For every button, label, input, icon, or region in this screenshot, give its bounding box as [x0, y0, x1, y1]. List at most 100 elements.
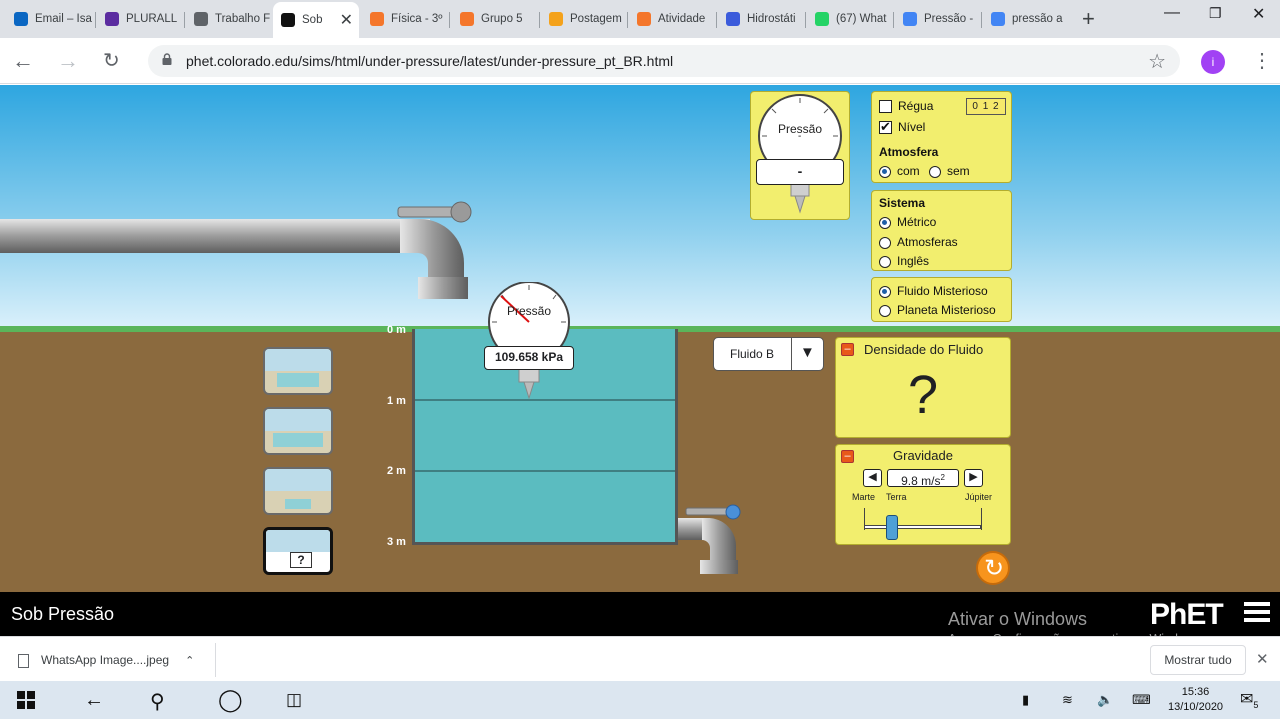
- new-tab-button[interactable]: +: [1082, 6, 1095, 32]
- tab-title: Pressão -: [924, 13, 974, 25]
- tab-separator: [627, 12, 628, 28]
- minimize-icon[interactable]: —: [1164, 4, 1180, 22]
- scene-button-trapezoid-pool[interactable]: [263, 407, 333, 455]
- system-metric-radio[interactable]: [879, 216, 891, 229]
- volume-icon[interactable]: 🔈: [1097, 692, 1113, 708]
- mystery-planet-radio[interactable]: [879, 304, 891, 317]
- scene-button-square-pool[interactable]: [263, 347, 333, 395]
- browser-tab[interactable]: Sob ✕: [273, 2, 359, 38]
- browser-tab[interactable]: Atividade: [629, 6, 715, 32]
- fluid-select-value: Fluido B: [730, 347, 775, 361]
- gravity-title: Gravidade: [893, 448, 953, 463]
- tank-pressure-gauge[interactable]: Pressão 109.658 kPa: [483, 282, 575, 402]
- tab-favicon-icon: [14, 12, 28, 26]
- browser-tab[interactable]: pressão a: [983, 6, 1069, 32]
- hamburger-menu-icon[interactable]: [1244, 602, 1270, 624]
- cortana-icon[interactable]: ◯: [218, 687, 243, 713]
- system-option-metric[interactable]: Métrico: [879, 215, 936, 229]
- atmosphere-on-radio[interactable]: [879, 165, 891, 178]
- reset-button[interactable]: ↻: [976, 551, 1010, 585]
- level-label: Nível: [898, 120, 926, 134]
- profile-avatar[interactable]: i: [1201, 50, 1225, 74]
- system-atmospheres-label: Atmosferas: [897, 235, 958, 249]
- atmosphere-off-option[interactable]: sem: [929, 164, 970, 178]
- browser-tab[interactable]: Email – Isa: [6, 6, 94, 32]
- scene-button-chamber-pool[interactable]: [263, 467, 333, 515]
- tab-title: pressão a: [1012, 13, 1063, 25]
- reload-icon[interactable]: ↻: [103, 48, 120, 73]
- simulation-area: 0 m 1 m 2 m 3 m Pressão 109.658 kPa Pres…: [0, 85, 1280, 592]
- browser-tab[interactable]: Física - 3º: [362, 6, 448, 32]
- gauge-toolbox-panel: Pressão - -: [750, 91, 850, 220]
- atmosphere-on-option[interactable]: com: [879, 164, 920, 178]
- ruler-icon[interactable]: 0 1 2: [966, 98, 1006, 115]
- windows-taskbar: ← ⚲ ◯ ◫ ▮ ≋ 🔈 ⌨ 15:36 13/10/2020 ✉5: [0, 681, 1280, 719]
- restore-icon[interactable]: ❐: [1209, 5, 1222, 22]
- browser-tab[interactable]: Grupo 5: [452, 6, 538, 32]
- system-english-radio[interactable]: [879, 255, 891, 268]
- tab-favicon-icon: [194, 12, 208, 26]
- tab-favicon-icon: [281, 13, 295, 27]
- back-arrow-icon[interactable]: ←: [84, 689, 104, 712]
- keyboard-icon[interactable]: ⌨: [1132, 692, 1151, 708]
- phet-logo[interactable]: PhET: [1150, 598, 1224, 632]
- download-item[interactable]: WhatsApp Image....jpeg ⌃: [18, 653, 194, 668]
- omnibox[interactable]: phet.colorado.edu/sims/html/under-pressu…: [148, 45, 1180, 77]
- close-window-icon[interactable]: ✕: [1252, 4, 1265, 24]
- task-view-icon[interactable]: ◫: [286, 690, 302, 710]
- browser-tab[interactable]: Hidrostáti: [718, 6, 804, 32]
- browser-tab[interactable]: PLURALL: [97, 6, 183, 32]
- download-filename: WhatsApp Image....jpeg: [41, 653, 170, 667]
- tab-title: Postagem: [570, 13, 622, 25]
- chevron-down-icon[interactable]: ▼: [800, 344, 815, 361]
- system-option-atmospheres[interactable]: Atmosferas: [879, 235, 958, 249]
- input-faucet[interactable]: [0, 195, 480, 305]
- system-atmospheres-radio[interactable]: [879, 236, 891, 249]
- collapse-density-icon[interactable]: –: [841, 343, 854, 356]
- depth-label-1m: 1 m: [387, 395, 406, 407]
- level-checkbox-row[interactable]: Nível: [879, 119, 926, 135]
- close-tab-icon[interactable]: ✕: [340, 10, 353, 30]
- browser-tab[interactable]: (67) What: [807, 6, 892, 32]
- close-downloads-icon[interactable]: ✕: [1256, 650, 1269, 668]
- gravity-slider-track[interactable]: [864, 525, 981, 529]
- gravity-increase-button[interactable]: ▶: [964, 469, 983, 487]
- mystery-fluid-radio[interactable]: [879, 285, 891, 298]
- chevron-up-icon[interactable]: ⌃: [185, 655, 194, 667]
- show-all-downloads-button[interactable]: Mostrar tudo: [1150, 645, 1246, 675]
- output-faucet[interactable]: [676, 500, 746, 578]
- battery-icon[interactable]: ▮: [1022, 692, 1029, 708]
- ruler-checkbox[interactable]: [879, 100, 892, 114]
- tab-favicon-icon: [991, 12, 1005, 26]
- level-checkbox[interactable]: [879, 119, 892, 135]
- browser-tab[interactable]: Postagem: [541, 6, 626, 32]
- back-icon[interactable]: ←: [12, 48, 34, 74]
- wifi-icon[interactable]: ≋: [1062, 692, 1073, 708]
- clock[interactable]: 15:36 13/10/2020: [1168, 685, 1223, 715]
- mystery-planet-option[interactable]: Planeta Misterioso: [879, 303, 996, 317]
- gravity-label-mars: Marte: [852, 492, 876, 502]
- scene-button-mystery-pool[interactable]: ?: [263, 527, 333, 575]
- ruler-checkbox-row[interactable]: Régua: [879, 99, 933, 114]
- reset-icon: ↻: [984, 555, 1005, 582]
- gravity-label-jupiter: Júpiter: [965, 492, 993, 502]
- gravity-slider-thumb[interactable]: [886, 515, 899, 540]
- tab-title: Física - 3º: [391, 13, 443, 25]
- fluid-select[interactable]: Fluido B ▼: [713, 337, 824, 371]
- browser-tab[interactable]: Pressão -: [895, 6, 980, 32]
- lock-icon: [162, 53, 172, 65]
- browser-tab[interactable]: Trabalho F: [186, 6, 270, 32]
- mystery-fluid-option[interactable]: Fluido Misterioso: [879, 284, 988, 298]
- notifications-icon[interactable]: ✉5: [1240, 689, 1258, 710]
- search-icon[interactable]: ⚲: [150, 689, 165, 714]
- windows-start-icon[interactable]: [17, 691, 35, 709]
- menu-kebab-icon[interactable]: ⋮: [1252, 48, 1272, 73]
- collapse-gravity-icon[interactable]: –: [841, 450, 854, 463]
- forward-icon[interactable]: →: [57, 48, 79, 74]
- atmosphere-off-radio[interactable]: [929, 165, 941, 178]
- url-text: phet.colorado.edu/sims/html/under-pressu…: [186, 53, 674, 69]
- gravity-decrease-button[interactable]: ◀: [863, 469, 882, 487]
- bookmark-star-icon[interactable]: ☆: [1148, 49, 1166, 74]
- system-option-english[interactable]: Inglês: [879, 254, 929, 268]
- gravity-value-text: 9.8 m/s: [901, 474, 941, 488]
